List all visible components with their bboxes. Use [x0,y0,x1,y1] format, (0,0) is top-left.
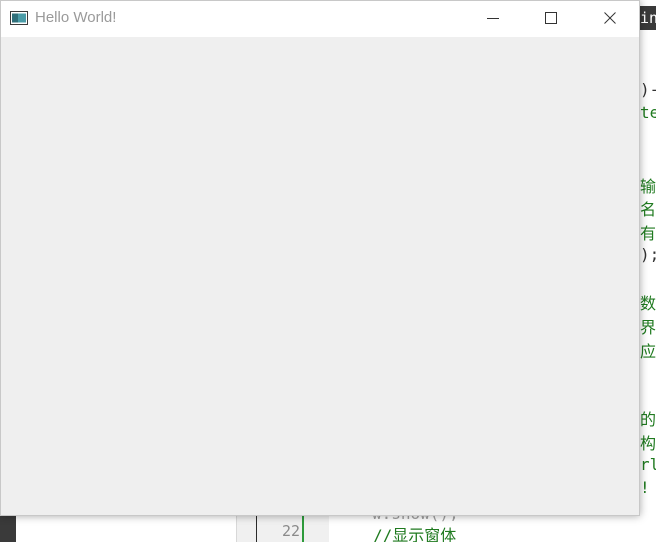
minimize-icon [487,9,499,28]
window-title: Hello World! [35,9,117,26]
code-fragment: )- [640,80,656,99]
app-window-icon [10,10,28,25]
code-fragment: 名 [640,200,656,219]
window-client-area[interactable] [1,37,639,515]
code-fragment: 应 [640,342,656,361]
close-button[interactable] [581,1,639,35]
background-sidebar [0,515,16,542]
gutter-divider [256,515,257,542]
close-icon [604,9,616,28]
minimize-button[interactable] [464,1,522,35]
hello-world-window[interactable]: Hello World! [0,0,640,516]
code-fragment: 有, [640,224,656,243]
change-indicator-bar [302,515,304,542]
code-fragment: 的基 [640,410,656,429]
code-fragment: ! [640,478,650,497]
code-fragment: 构造 [640,434,656,453]
background-tab[interactable]: in [640,6,656,30]
code-comment-line[interactable]: //显示窗体 [373,522,456,542]
window-titlebar[interactable]: Hello World! [1,1,639,37]
code-fragment: 界 [640,318,656,337]
code-fragment: te. [640,103,656,122]
line-number: 22 [281,522,300,540]
screen: 22 w.show(); //显示窗体 in )- te. 输 名 有, ); … [0,0,656,542]
background-code-right-edge: in )- te. 输 名 有, ); 数 界 应 的基 构造 rlc ! [640,0,656,520]
maximize-button[interactable] [522,1,580,35]
code-fragment: 数 [640,294,656,313]
code-fragment: 输 [640,177,656,196]
code-fragment: ); [640,245,656,264]
maximize-icon [545,9,557,28]
code-fragment: rlc [640,455,656,474]
